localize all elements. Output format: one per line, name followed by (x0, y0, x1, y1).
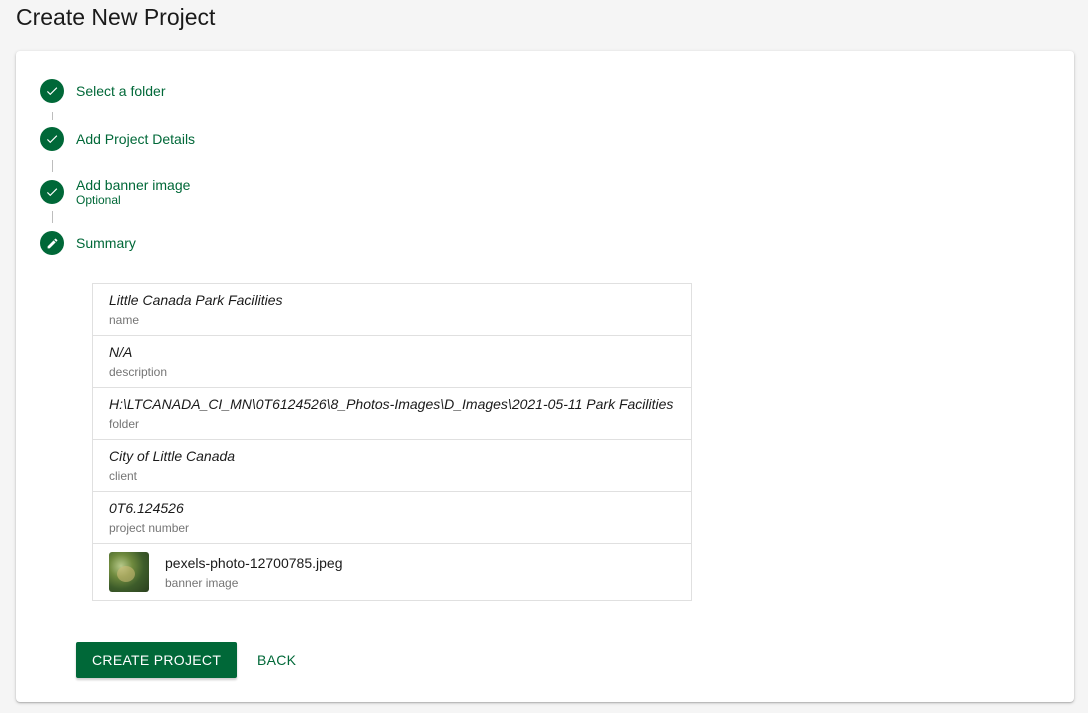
step-connector (52, 160, 53, 172)
step-label: Summary (76, 235, 136, 251)
step-connector (52, 211, 53, 223)
page-title: Create New Project (16, 4, 216, 30)
summary-value: City of Little Canada (109, 448, 236, 464)
step-label: Add banner image (76, 177, 191, 193)
summary-key: name (109, 313, 140, 327)
back-button[interactable]: BACK (249, 642, 304, 678)
step-connector (52, 112, 53, 120)
summary-value: 0T6.124526 (109, 500, 184, 516)
summary-row-client: City of Little Canada client (93, 440, 691, 492)
check-icon (40, 127, 64, 151)
summary-key: client (109, 469, 138, 483)
step-add-project-details[interactable]: Add Project Details (40, 127, 195, 151)
step-label: Select a folder (76, 83, 166, 99)
summary-value: N/A (109, 344, 133, 360)
banner-filename: pexels-photo-12700785.jpeg (165, 554, 343, 571)
check-icon (40, 180, 64, 204)
step-label: Add Project Details (76, 131, 196, 147)
banner-image-thumbnail (109, 552, 149, 592)
summary-list: Little Canada Park Facilities name N/A d… (92, 283, 692, 601)
check-icon (40, 79, 64, 103)
summary-row-banner-image: pexels-photo-12700785.jpeg banner image (93, 544, 691, 600)
summary-value: Little Canada Park Facilities (109, 292, 283, 308)
summary-row-name: Little Canada Park Facilities name (93, 284, 691, 336)
summary-key: banner image (165, 575, 239, 590)
step-optional-label: Optional (76, 193, 121, 207)
create-project-button[interactable]: CREATE PROJECT (76, 642, 238, 678)
summary-row-folder: H:\LTCANADA_CI_MN\0T6124526\8_Photos-Ima… (93, 388, 691, 440)
step-add-banner-image[interactable]: Add banner image Optional (40, 177, 190, 207)
stepper-card: Select a folder Add Project Details Add … (16, 51, 1074, 702)
summary-row-project-number: 0T6.124526 project number (93, 492, 691, 544)
summary-key: description (109, 365, 168, 379)
summary-row-description: N/A description (93, 336, 691, 388)
summary-key: folder (109, 417, 140, 431)
summary-value: H:\LTCANADA_CI_MN\0T6124526\8_Photos-Ima… (109, 396, 674, 412)
summary-key: project number (109, 521, 190, 535)
pencil-icon (40, 231, 64, 255)
step-summary[interactable]: Summary (40, 231, 136, 255)
step-select-folder[interactable]: Select a folder (40, 79, 166, 103)
